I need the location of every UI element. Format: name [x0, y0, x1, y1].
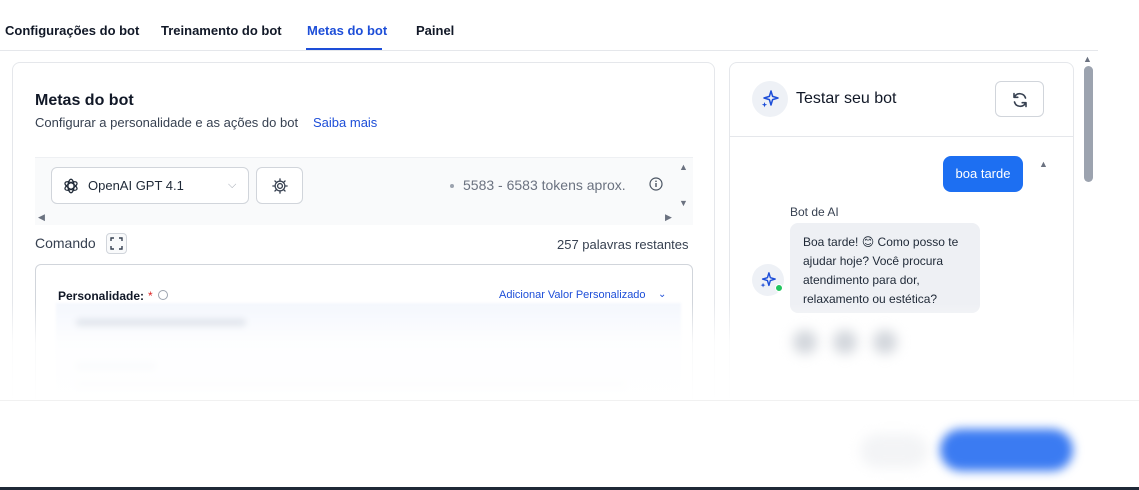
tab-bot-training[interactable]: Treinamento do bot [161, 23, 282, 38]
words-remaining: 257 palavras restantes [557, 237, 689, 252]
app-root: Configurações do bot Treinamento do bot … [0, 0, 1139, 490]
tab-bar: Configurações do bot Treinamento do bot … [0, 0, 1098, 51]
refresh-icon [1013, 92, 1027, 108]
model-select-value: OpenAI GPT 4.1 [88, 178, 184, 193]
test-bot-panel: Testar seu bot ▲ boa tarde Bot de AI Boa… [729, 62, 1074, 422]
command-label: Comando [35, 235, 96, 251]
blurred-text [76, 381, 626, 389]
scrollbar-thumb[interactable] [1084, 66, 1093, 182]
goals-title: Metas do bot [35, 92, 134, 109]
info-icon[interactable] [649, 177, 663, 191]
bot-message: Boa tarde! 😊 Como posso te ajudar hoje? … [790, 223, 980, 313]
typing-dot [793, 330, 817, 354]
help-icon[interactable] [158, 290, 168, 300]
scroll-right-icon[interactable]: ▶ [665, 212, 672, 223]
refresh-chat-button[interactable] [995, 81, 1044, 117]
blurred-text [76, 319, 246, 327]
personality-text-area[interactable] [56, 303, 681, 413]
model-settings-button[interactable] [256, 167, 303, 204]
typing-indicator [793, 330, 913, 360]
online-status-dot [775, 284, 783, 292]
goals-card: Metas do bot Configurar a personalidade … [12, 62, 715, 422]
learn-more-link[interactable]: Saiba mais [313, 115, 377, 130]
typing-dot [833, 330, 857, 354]
chevron-down-icon: ⌄ [658, 289, 667, 300]
sparkle-icon [761, 90, 779, 108]
blurred-text [76, 363, 156, 371]
typing-dot [873, 330, 897, 354]
active-tab-indicator [306, 48, 382, 50]
gear-icon [272, 178, 288, 194]
chat-scroll-up-icon[interactable]: ▲ [1039, 159, 1048, 169]
bot-avatar [752, 81, 788, 117]
scroll-up-icon[interactable]: ▲ [679, 162, 688, 172]
test-bot-header: Testar seu bot [730, 63, 1073, 137]
goals-subtitle: Configurar a personalidade e as ações do… [35, 115, 299, 130]
user-message: boa tarde [943, 156, 1023, 192]
openai-icon [64, 178, 78, 194]
save-button[interactable] [940, 429, 1073, 471]
personality-label: Personalidade: [58, 289, 145, 303]
required-mark: * [148, 289, 153, 303]
model-toolbar: OpenAI GPT 4.1 ⌵ 5583 - 6583 tokens apro… [35, 157, 693, 225]
chevron-down-icon: ⌵ [228, 179, 237, 191]
page-scrollbar[interactable]: ▲ [1080, 52, 1096, 392]
tab-dashboard[interactable]: Painel [416, 23, 454, 38]
scroll-down-icon[interactable]: ▼ [679, 198, 688, 208]
model-select[interactable]: OpenAI GPT 4.1 ⌵ [51, 167, 249, 204]
bot-name: Bot de AI [790, 205, 839, 219]
scroll-left-icon[interactable]: ◀ [38, 212, 45, 223]
add-custom-value-button[interactable]: Adicionar Valor Personalizado [499, 289, 646, 301]
expand-button[interactable] [106, 233, 127, 254]
footer-actions [0, 400, 1139, 488]
tab-bot-goals[interactable]: Metas do bot [307, 23, 387, 38]
expand-icon [110, 237, 123, 250]
scroll-up-icon[interactable]: ▲ [1083, 54, 1092, 64]
tokens-dot [450, 184, 454, 188]
bot-message-avatar [752, 264, 784, 296]
cancel-button[interactable] [860, 434, 928, 468]
test-bot-title: Testar seu bot [796, 90, 897, 107]
token-estimate: 5583 - 6583 tokens aprox. [463, 177, 626, 193]
tab-bot-settings[interactable]: Configurações do bot [5, 23, 139, 38]
prompt-editor[interactable]: Personalidade: * Adicionar Valor Persona… [35, 264, 693, 421]
